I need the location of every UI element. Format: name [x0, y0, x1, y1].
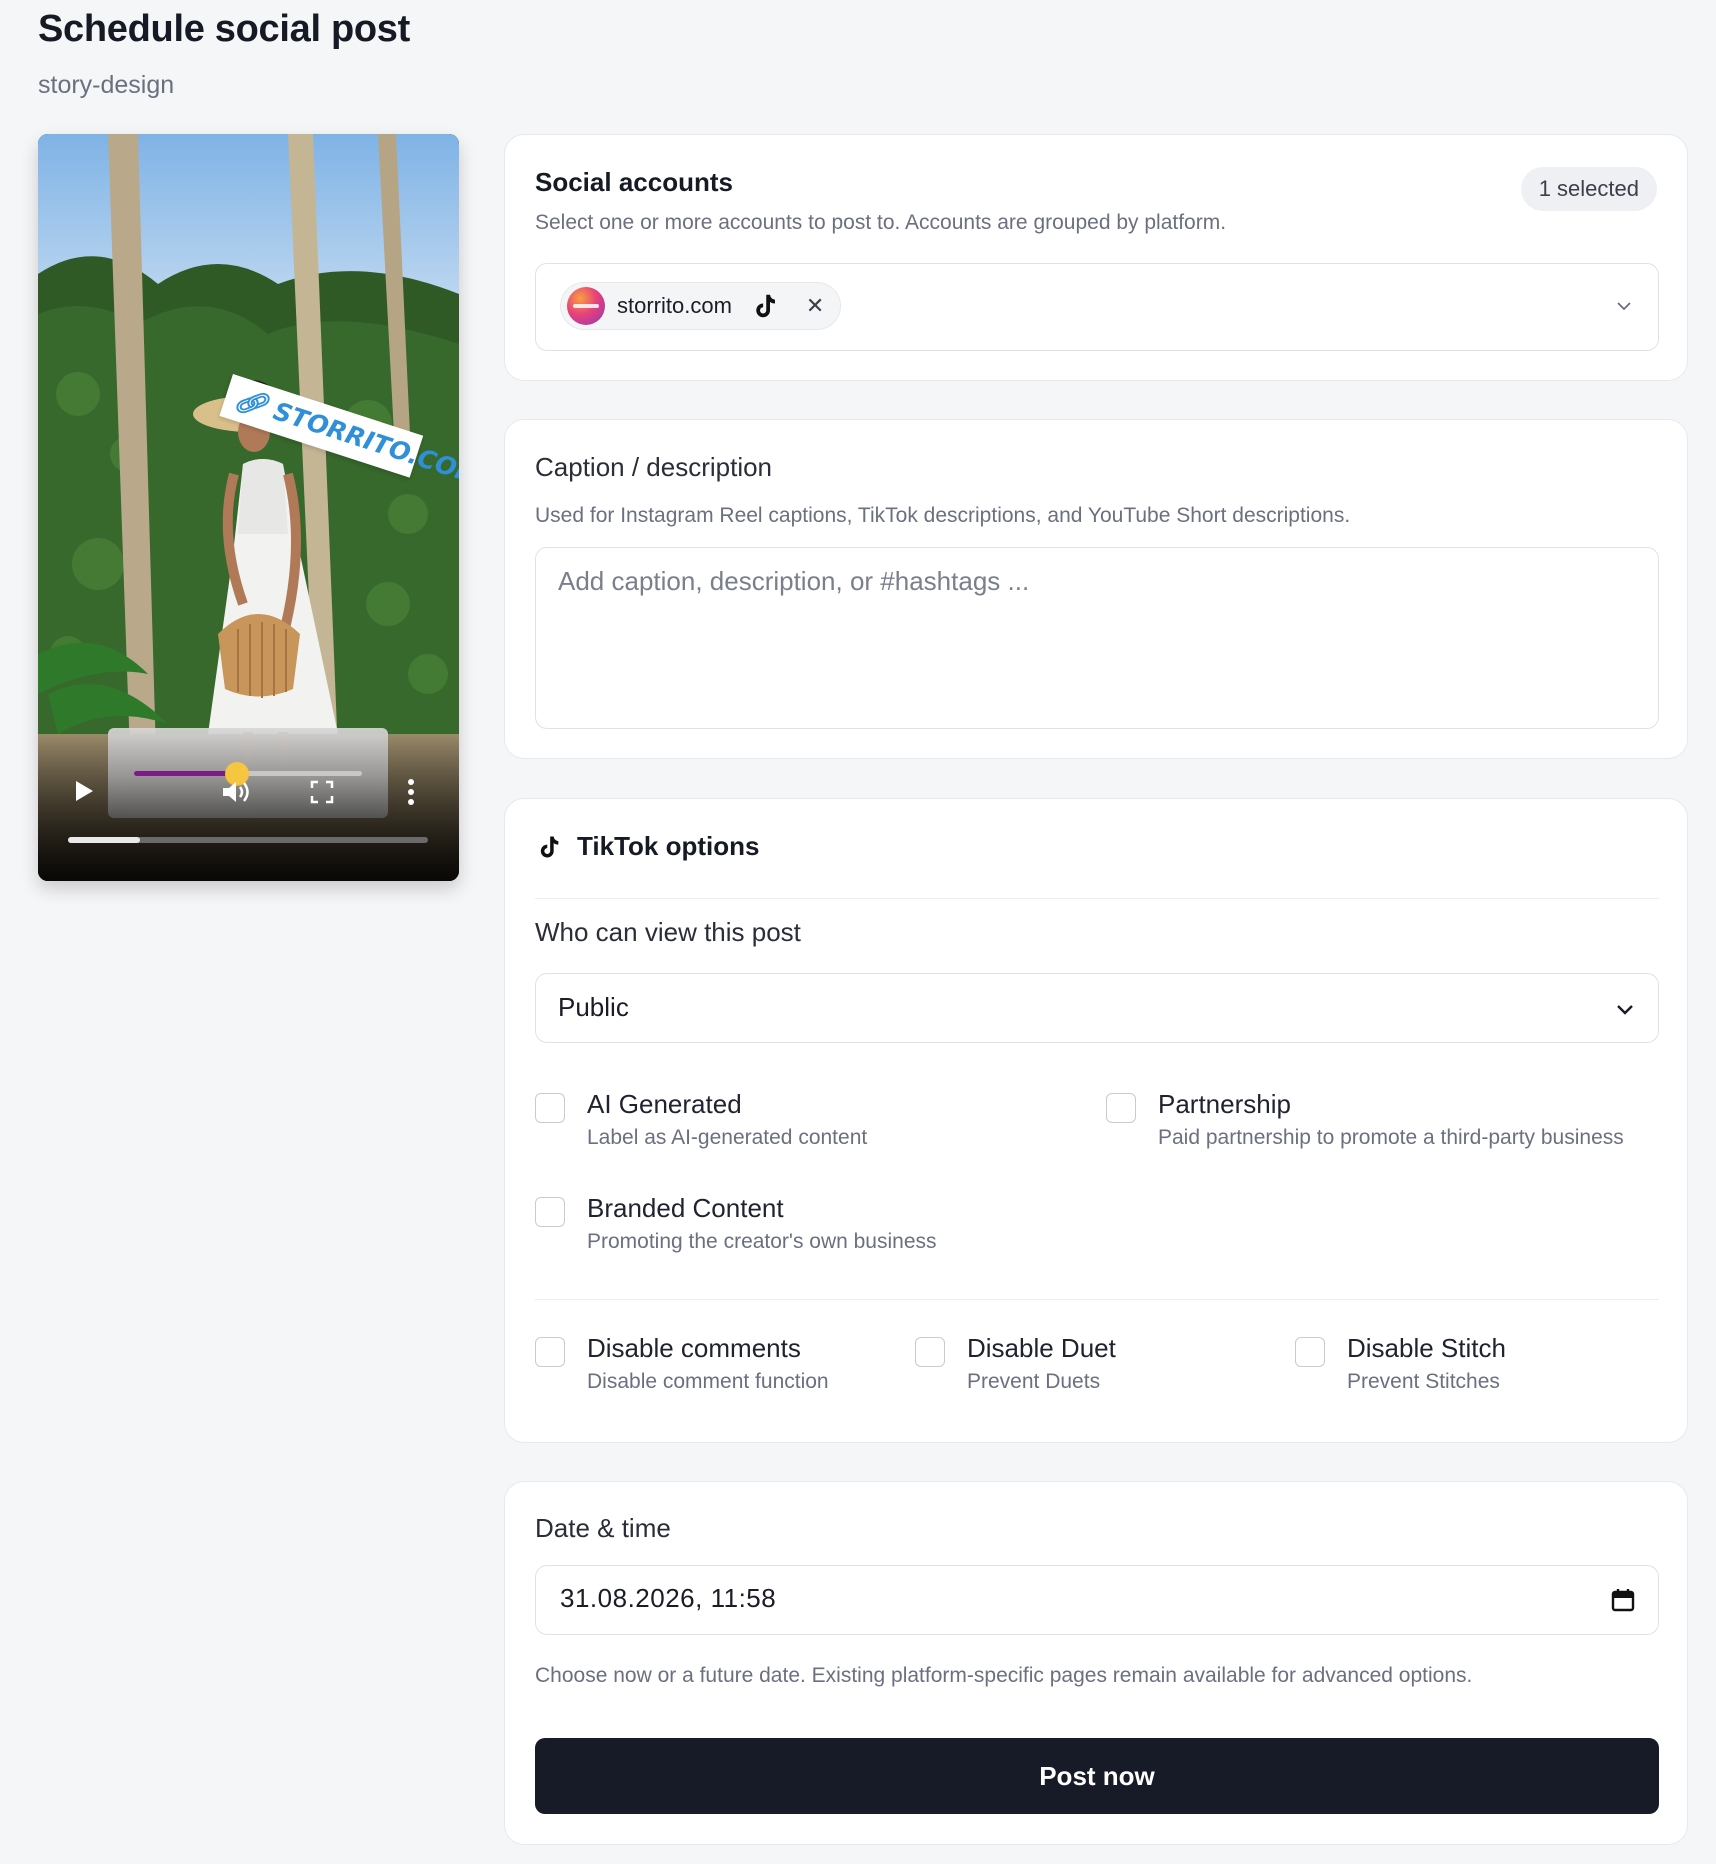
disable-stitch-title: Disable Stitch — [1347, 1333, 1506, 1363]
chevron-down-icon — [1617, 1005, 1633, 1015]
divider — [535, 898, 1659, 899]
disable-duet-desc: Prevent Duets — [967, 1370, 1101, 1393]
branded-content-option[interactable]: Branded Content Promoting the creator's … — [535, 1193, 937, 1254]
disable-comments-checkbox[interactable] — [535, 1337, 565, 1367]
play-icon[interactable] — [72, 778, 96, 804]
branded-content-checkbox[interactable] — [535, 1197, 565, 1227]
caption-card: Caption / description Used for Instagram… — [504, 419, 1688, 759]
tiktok-options-card: TikTok options Who can view this post Pu… — [504, 798, 1688, 1443]
tiktok-icon — [540, 836, 559, 857]
disable-comments-title: Disable comments — [587, 1333, 801, 1363]
partnership-title: Partnership — [1158, 1089, 1291, 1119]
ai-generated-checkbox[interactable] — [535, 1093, 565, 1123]
disable-duet-checkbox[interactable] — [915, 1337, 945, 1367]
branded-content-title: Branded Content — [587, 1193, 784, 1223]
ai-generated-option[interactable]: AI Generated Label as AI-generated conte… — [535, 1089, 867, 1150]
social-accounts-card: Social accounts 1 selected Select one or… — [504, 134, 1688, 381]
link-icon: 🔗︎ — [231, 383, 271, 422]
fullscreen-icon[interactable] — [310, 780, 334, 804]
visibility-value: Public — [558, 992, 629, 1022]
video-preview[interactable]: 🔗︎ STORRITO.COM — [38, 134, 459, 881]
social-accounts-heading: Social accounts — [535, 167, 733, 197]
tiktok-options-heading: TikTok options — [577, 831, 760, 861]
partnership-desc: Paid partnership to promote a third-part… — [1158, 1126, 1624, 1149]
post-now-button[interactable]: Post now — [535, 1738, 1659, 1814]
social-accounts-help: Select one or more accounts to post to. … — [535, 211, 1227, 234]
disable-comments-option[interactable]: Disable comments Disable comment functio… — [535, 1333, 829, 1394]
account-select[interactable]: storrito.com ✕ — [535, 263, 1659, 351]
volume-slider-fill — [134, 771, 237, 776]
page-subtitle: story-design — [38, 71, 175, 99]
volume-icon[interactable] — [220, 778, 252, 806]
visibility-label: Who can view this post — [535, 917, 801, 947]
ai-generated-title: AI Generated — [587, 1089, 742, 1119]
date-time-value: 31.08.2026, 11:58 — [560, 1583, 777, 1613]
visibility-select[interactable]: Public — [535, 973, 1659, 1043]
date-time-help: Choose now or a future date. Existing pl… — [535, 1664, 1473, 1687]
tiktok-options-header: TikTok options — [535, 831, 759, 862]
tiktok-icon — [756, 294, 775, 318]
caption-input[interactable] — [535, 547, 1659, 729]
disable-stitch-desc: Prevent Stitches — [1347, 1370, 1500, 1393]
disable-comments-desc: Disable comment function — [587, 1370, 829, 1393]
partnership-option[interactable]: Partnership Paid partnership to promote … — [1106, 1089, 1624, 1150]
account-chip[interactable]: storrito.com ✕ — [560, 282, 842, 330]
divider — [535, 1299, 1659, 1300]
account-avatar — [567, 287, 605, 325]
disable-stitch-option[interactable]: Disable Stitch Prevent Stitches — [1295, 1333, 1506, 1394]
disable-duet-title: Disable Duet — [967, 1333, 1116, 1363]
schedule-card: Date & time 31.08.2026, 11:58 Choose now… — [504, 1481, 1688, 1845]
disable-duet-option[interactable]: Disable Duet Prevent Duets — [915, 1333, 1116, 1394]
caption-help: Used for Instagram Reel captions, TikTok… — [535, 504, 1351, 527]
chevron-down-icon[interactable] — [1614, 296, 1634, 316]
date-time-label: Date & time — [535, 1513, 671, 1543]
remove-account-icon[interactable]: ✕ — [806, 293, 824, 319]
more-icon[interactable] — [406, 778, 416, 806]
date-time-input[interactable]: 31.08.2026, 11:58 — [535, 1565, 1659, 1635]
caption-label: Caption / description — [535, 452, 773, 482]
selected-count-badge: 1 selected — [1520, 167, 1657, 211]
account-chip-label: storrito.com — [617, 293, 732, 318]
ai-generated-desc: Label as AI-generated content — [587, 1126, 868, 1149]
branded-content-desc: Promoting the creator's own business — [587, 1230, 937, 1253]
page-header: Schedule social post story-design — [38, 8, 410, 100]
calendar-icon[interactable] — [1610, 1587, 1636, 1613]
disable-stitch-checkbox[interactable] — [1295, 1337, 1325, 1367]
page-title: Schedule social post — [38, 8, 410, 50]
playback-progress-fill — [68, 837, 140, 843]
partnership-checkbox[interactable] — [1106, 1093, 1136, 1123]
